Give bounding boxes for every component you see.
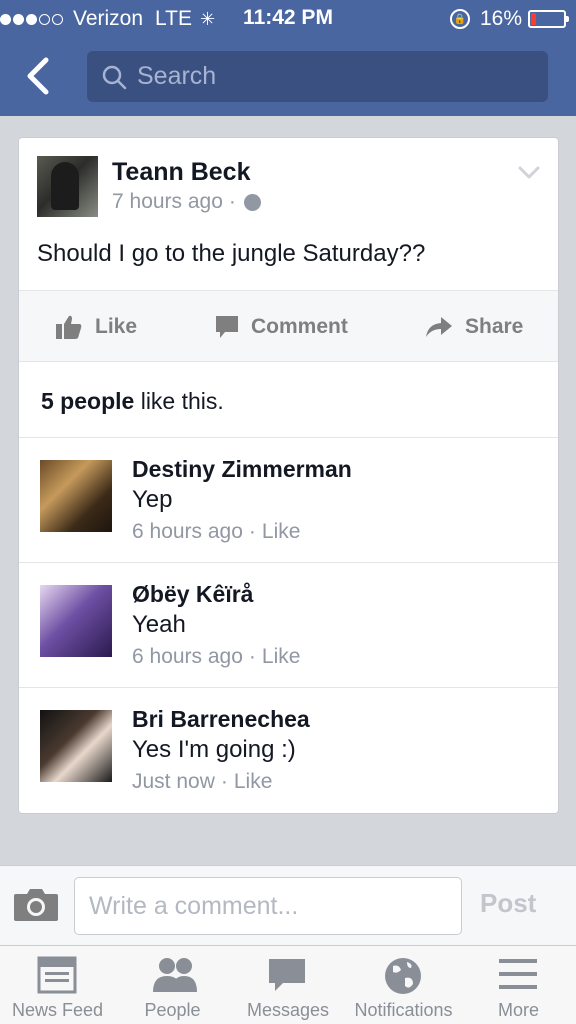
comment-item: Bri Barrenechea Yes I'm going :) Just no… — [19, 687, 558, 812]
news-feed-icon — [37, 956, 77, 994]
comment-label: Comment — [251, 315, 348, 338]
globe-icon — [385, 958, 421, 994]
share-button[interactable]: Share — [425, 291, 523, 363]
tab-messages[interactable]: Messages — [230, 946, 346, 1024]
comment-like-link[interactable]: Like — [234, 770, 273, 793]
search-bar[interactable]: Search — [87, 51, 548, 102]
like-button[interactable]: Like — [55, 291, 137, 363]
likes-summary[interactable]: 5 people like this. — [41, 388, 224, 415]
post-time[interactable]: 7 hours ago — [112, 190, 223, 214]
meta-separator: · — [228, 190, 236, 213]
comment-composer: Post — [0, 865, 576, 945]
comment-text: Yes I'm going :) — [132, 736, 296, 763]
rotation-lock-icon: 🔒 — [449, 9, 470, 29]
meta-separator: · — [248, 645, 256, 668]
tab-label: News Feed — [11, 1000, 104, 1020]
comment-text: Yep — [132, 486, 173, 513]
camera-icon[interactable] — [13, 886, 59, 922]
comment-meta: Just now · Like — [132, 770, 272, 794]
share-arrow-icon — [426, 317, 452, 337]
comment-time: Just now — [132, 770, 215, 793]
post-card: Teann Beck 7 hours ago · Should I go to … — [18, 137, 559, 814]
tab-label: People — [144, 1000, 201, 1020]
comment-item: Øbëy Kêïrå Yeah 6 hours ago · Like — [19, 562, 558, 687]
messages-icon — [269, 959, 305, 991]
search-placeholder: Search — [137, 62, 217, 90]
battery-level-fill — [531, 13, 536, 25]
status-bar: Verizon LTE ✳ 11:42 PM 🔒 16% — [0, 0, 576, 38]
tab-label: Messages — [246, 1000, 330, 1020]
comment-text: Yeah — [132, 611, 186, 638]
comment-bubble-icon — [216, 316, 238, 338]
tab-label: Notifications — [354, 1000, 453, 1020]
commenter-avatar[interactable] — [40, 460, 112, 532]
comment-like-link[interactable]: Like — [262, 645, 301, 668]
likes-suffix: like this. — [134, 388, 224, 414]
post-text: Should I go to the jungle Saturday?? — [37, 240, 426, 267]
battery-icon — [528, 10, 569, 28]
post-author-name[interactable]: Teann Beck — [112, 158, 250, 187]
search-icon — [102, 65, 127, 89]
comment-time: 6 hours ago — [132, 645, 243, 668]
post-meta: 7 hours ago · — [112, 190, 261, 214]
likes-count: 5 people — [41, 388, 135, 414]
comment-like-link[interactable]: Like — [262, 520, 301, 543]
author-avatar[interactable] — [37, 156, 98, 217]
commenter-name[interactable]: Øbëy Kêïrå — [132, 581, 253, 608]
like-label: Like — [95, 315, 138, 338]
tab-notifications[interactable]: Notifications — [346, 946, 461, 1024]
back-arrow-icon[interactable] — [22, 56, 58, 96]
meta-separator: · — [248, 520, 256, 543]
comment-meta: 6 hours ago · Like — [132, 520, 300, 544]
tab-people[interactable]: People — [115, 946, 230, 1024]
tab-more[interactable]: More — [461, 946, 576, 1024]
comment-item: Destiny Zimmerman Yep 6 hours ago · Like — [19, 437, 558, 562]
comment-input[interactable] — [74, 877, 462, 935]
tab-bar: News Feed People Messages Notifications … — [0, 945, 576, 1024]
comment-meta: 6 hours ago · Like — [132, 645, 300, 669]
tab-news-feed[interactable]: News Feed — [0, 946, 115, 1024]
comment-time: 6 hours ago — [132, 520, 243, 543]
commenter-name[interactable]: Destiny Zimmerman — [132, 456, 352, 483]
post-action-bar: Like Comment Share — [19, 290, 558, 363]
public-globe-icon — [243, 193, 261, 211]
battery-percent: 16% — [479, 7, 522, 30]
commenter-avatar[interactable] — [40, 710, 112, 782]
post-comment-button[interactable]: Post — [480, 888, 536, 919]
comment-button[interactable]: Comment — [215, 291, 348, 363]
people-icon — [153, 958, 197, 992]
thumbs-up-icon — [56, 315, 82, 339]
commenter-name[interactable]: Bri Barrenechea — [132, 706, 310, 733]
chevron-down-icon[interactable] — [518, 166, 540, 180]
menu-icon — [499, 959, 537, 989]
commenter-avatar[interactable] — [40, 585, 112, 657]
tab-label: More — [497, 1000, 539, 1020]
top-bar: Verizon LTE ✳ 11:42 PM 🔒 16% Search — [0, 0, 576, 116]
meta-separator: · — [220, 770, 228, 793]
share-label: Share — [465, 315, 524, 338]
